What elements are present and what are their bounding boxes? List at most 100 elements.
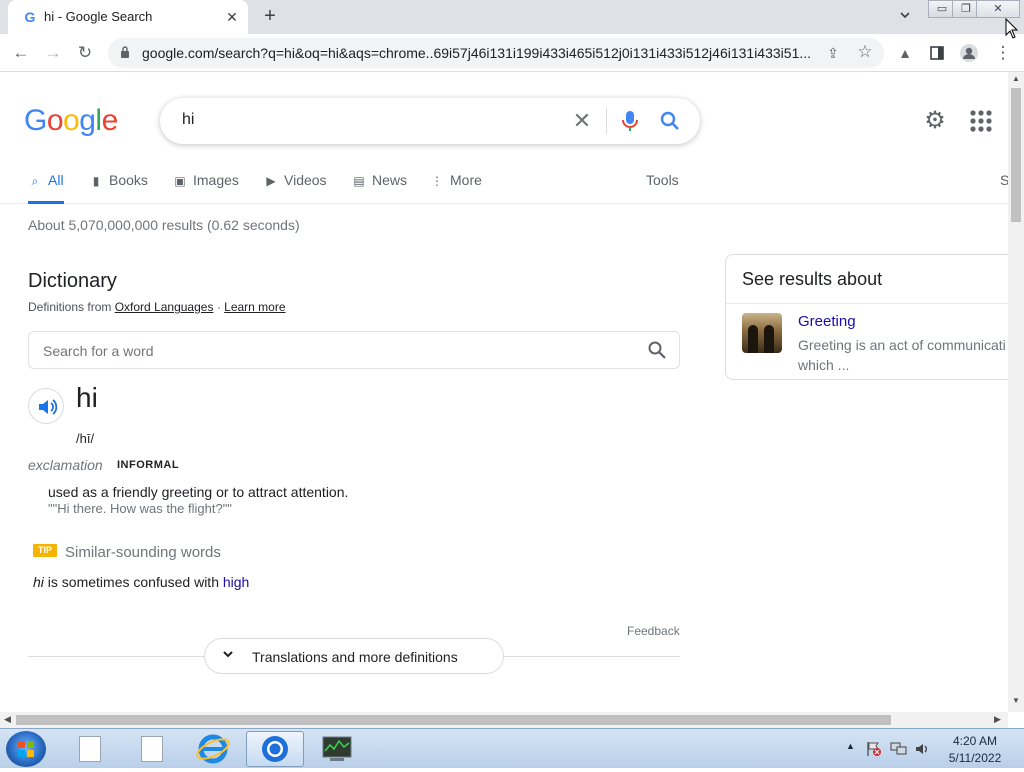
url-text: google.com/search?q=hi&oq=hi&aqs=chrome.… bbox=[142, 45, 812, 61]
translations-more-definitions-label: Translations and more definitions bbox=[252, 649, 458, 665]
menu-kebab-icon[interactable]: ⋮ bbox=[990, 40, 1016, 66]
tab-strip: G hi - Google Search ✕ + ▭ ❐ ✕ bbox=[0, 0, 1024, 34]
dictionary-heading: Dictionary bbox=[28, 270, 117, 292]
windows-logo-icon bbox=[18, 741, 34, 757]
browser-toolbar: ← → ↻ google.com/search?q=hi&oq=hi&aqs=c… bbox=[0, 34, 1024, 72]
tab-search-icon[interactable] bbox=[893, 8, 917, 26]
greeting-link[interactable]: Greeting bbox=[798, 313, 856, 330]
microphone-icon[interactable] bbox=[618, 109, 642, 133]
share-icon[interactable]: ⇪ bbox=[822, 42, 844, 64]
scroll-left-icon[interactable]: ◀ bbox=[4, 714, 11, 725]
image-icon: ▣ bbox=[174, 174, 186, 188]
bookmark-star-icon[interactable]: ☆ bbox=[854, 41, 876, 63]
tab-images[interactable]: ▣ Images bbox=[173, 172, 239, 204]
scroll-right-icon[interactable]: ▶ bbox=[994, 714, 1001, 725]
dictionary-search-placeholder: Search for a word bbox=[43, 343, 154, 359]
horizontal-scrollbar[interactable]: ◀ ▶ bbox=[0, 712, 1008, 728]
document-icon bbox=[79, 736, 101, 762]
search-icon[interactable] bbox=[647, 340, 667, 360]
result-stats: About 5,070,000,000 results (0.62 second… bbox=[28, 217, 300, 233]
show-hidden-icons-icon[interactable]: ▲ bbox=[846, 741, 855, 751]
register-label: INFORMAL bbox=[117, 459, 180, 471]
google-favicon-icon: G bbox=[24, 9, 36, 25]
forward-icon[interactable]: → bbox=[40, 40, 66, 66]
profile-avatar-icon[interactable] bbox=[956, 40, 982, 66]
tab-news[interactable]: ▤ News bbox=[352, 172, 407, 204]
vertical-scroll-thumb[interactable] bbox=[1011, 88, 1021, 222]
confused-with-text: hi is sometimes confused with high bbox=[33, 574, 250, 590]
start-button[interactable] bbox=[6, 731, 46, 767]
close-tab-icon[interactable]: ✕ bbox=[222, 7, 242, 27]
taskbar-document[interactable] bbox=[122, 731, 180, 767]
google-logo[interactable]: Google bbox=[24, 104, 118, 138]
tab-books[interactable]: ▮ Books bbox=[89, 172, 148, 204]
see-results-about-panel: See results about Greeting Greeting is a… bbox=[725, 254, 1008, 380]
close-window-button[interactable]: ✕ bbox=[976, 0, 1020, 18]
search-input[interactable]: hi ✕ bbox=[160, 98, 700, 144]
definition-text: used as a friendly greeting or to attrac… bbox=[48, 484, 349, 500]
greeting-description: Greeting is an act of communicati which … bbox=[798, 337, 1006, 373]
oxford-languages-link[interactable]: Oxford Languages bbox=[115, 300, 214, 314]
reload-icon[interactable]: ↻ bbox=[72, 40, 98, 66]
search-query-text[interactable]: hi bbox=[182, 111, 194, 129]
tab-title: hi - Google Search bbox=[44, 9, 153, 24]
phonetic-spelling: /hī/ bbox=[76, 431, 95, 446]
search-results-page: Google hi ✕ ⚙ ⌕ All ▮ Books ▣ Images ▶ V… bbox=[0, 72, 1008, 712]
lock-icon bbox=[121, 46, 129, 58]
high-link[interactable]: high bbox=[223, 574, 249, 590]
chrome-icon bbox=[262, 736, 288, 762]
taskbar-clock-date[interactable]: 5/11/2022 bbox=[940, 751, 1010, 765]
tab-videos[interactable]: ▶ Videos bbox=[264, 172, 326, 204]
tools-button[interactable]: Tools bbox=[646, 172, 679, 204]
settings-gear-icon[interactable]: ⚙ bbox=[920, 106, 950, 136]
browser-tab[interactable]: G hi - Google Search ✕ bbox=[8, 0, 248, 34]
see-results-about-heading: See results about bbox=[742, 269, 883, 289]
tip-badge: TIP bbox=[33, 544, 57, 557]
scroll-up-icon[interactable]: ▲ bbox=[1012, 74, 1020, 83]
new-tab-button[interactable]: + bbox=[258, 5, 282, 29]
tab-more[interactable]: ⋮ More bbox=[430, 172, 482, 204]
taskbar-chrome[interactable] bbox=[246, 731, 304, 767]
clear-search-icon[interactable]: ✕ bbox=[568, 107, 596, 135]
scroll-down-icon[interactable]: ▼ bbox=[1012, 696, 1020, 705]
taskbar-clock-time[interactable]: 4:20 AM bbox=[940, 734, 1010, 748]
back-icon[interactable]: ← bbox=[8, 40, 34, 66]
translations-more-definitions-button[interactable]: Translations and more definitions bbox=[204, 638, 504, 674]
action-center-flag-icon[interactable] bbox=[866, 741, 882, 757]
search-divider bbox=[606, 108, 607, 134]
volume-icon[interactable] bbox=[914, 741, 930, 757]
dictionary-word: hi bbox=[76, 382, 98, 413]
video-icon: ▶ bbox=[266, 174, 276, 188]
example-text: ""Hi there. How was the flight?"" bbox=[48, 501, 232, 516]
search-nav-tabs: ⌕ All ▮ Books ▣ Images ▶ Videos ▤ News ⋮ More … bbox=[0, 164, 1008, 204]
learn-more-link[interactable]: Learn more bbox=[224, 300, 285, 314]
taskbar-task-manager[interactable] bbox=[308, 731, 366, 767]
search-icon: ⌕ bbox=[31, 174, 39, 188]
safesearch-button[interactable]: S bbox=[1000, 172, 1008, 204]
address-bar[interactable]: google.com/search?q=hi&oq=hi&aqs=chrome.… bbox=[108, 38, 884, 68]
tab-all[interactable]: ⌕ All bbox=[28, 172, 64, 204]
labs-flask-icon[interactable]: ▲ bbox=[892, 40, 918, 66]
vertical-scrollbar[interactable]: ▲ ▼ bbox=[1008, 72, 1024, 712]
more-vert-icon: ⋮ bbox=[431, 174, 443, 188]
book-icon: ▮ bbox=[92, 174, 100, 188]
news-icon: ▤ bbox=[353, 174, 365, 188]
document-icon bbox=[141, 736, 163, 762]
pronunciation-speaker-icon[interactable] bbox=[28, 388, 64, 424]
search-icon[interactable] bbox=[658, 109, 682, 133]
part-of-speech: exclamation bbox=[28, 457, 103, 473]
taskbar-notepad[interactable] bbox=[60, 731, 118, 767]
dictionary-source: Definitions from Oxford Languages · Lear… bbox=[28, 300, 286, 314]
feedback-link[interactable]: Feedback bbox=[627, 624, 680, 638]
side-panel-icon[interactable] bbox=[924, 40, 950, 66]
google-apps-grid-icon[interactable] bbox=[968, 108, 994, 134]
dictionary-search-field[interactable]: Search for a word bbox=[28, 331, 680, 369]
greeting-thumbnail[interactable] bbox=[742, 313, 782, 353]
network-icon[interactable] bbox=[890, 741, 908, 757]
chevron-down-icon bbox=[221, 648, 235, 662]
horizontal-scroll-thumb[interactable] bbox=[16, 715, 891, 725]
taskbar-internet-explorer[interactable] bbox=[184, 731, 242, 767]
divider bbox=[726, 303, 1008, 304]
task-manager-icon bbox=[322, 736, 352, 761]
mouse-cursor-icon bbox=[1005, 18, 1019, 39]
